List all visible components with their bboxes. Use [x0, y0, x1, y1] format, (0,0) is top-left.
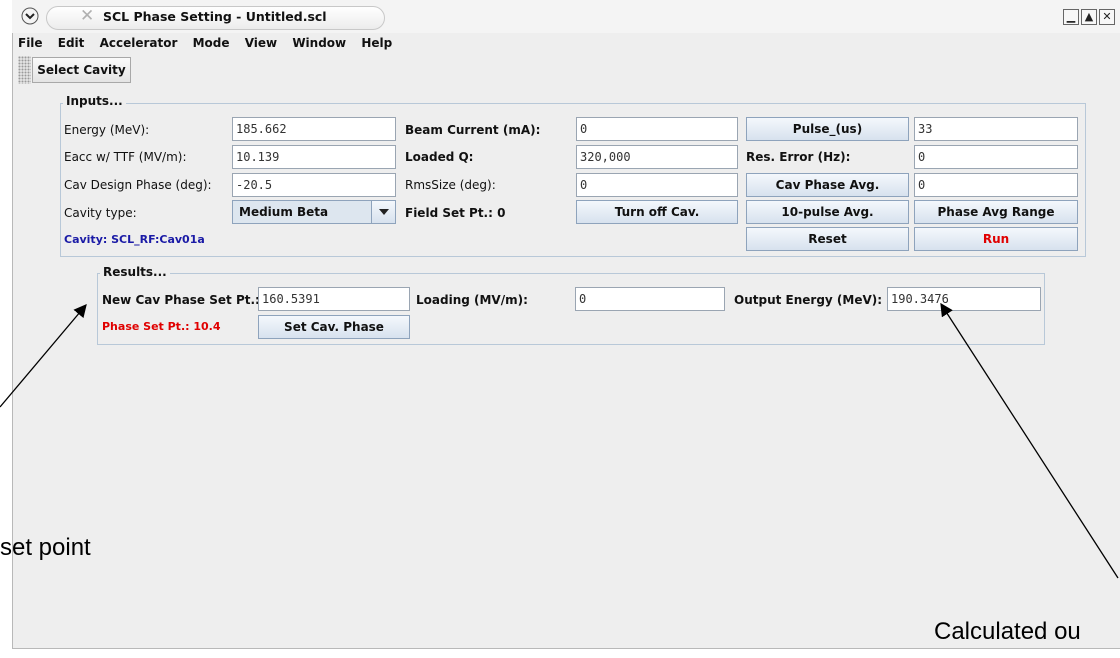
annotation-arrows	[0, 302, 1119, 579]
annotation-calculated-output: Calculated ou	[934, 618, 1081, 645]
left-annotation-arrow	[0, 304, 87, 408]
right-annotation-arrow	[940, 302, 1119, 579]
annotation-set-point: set point	[0, 534, 91, 561]
